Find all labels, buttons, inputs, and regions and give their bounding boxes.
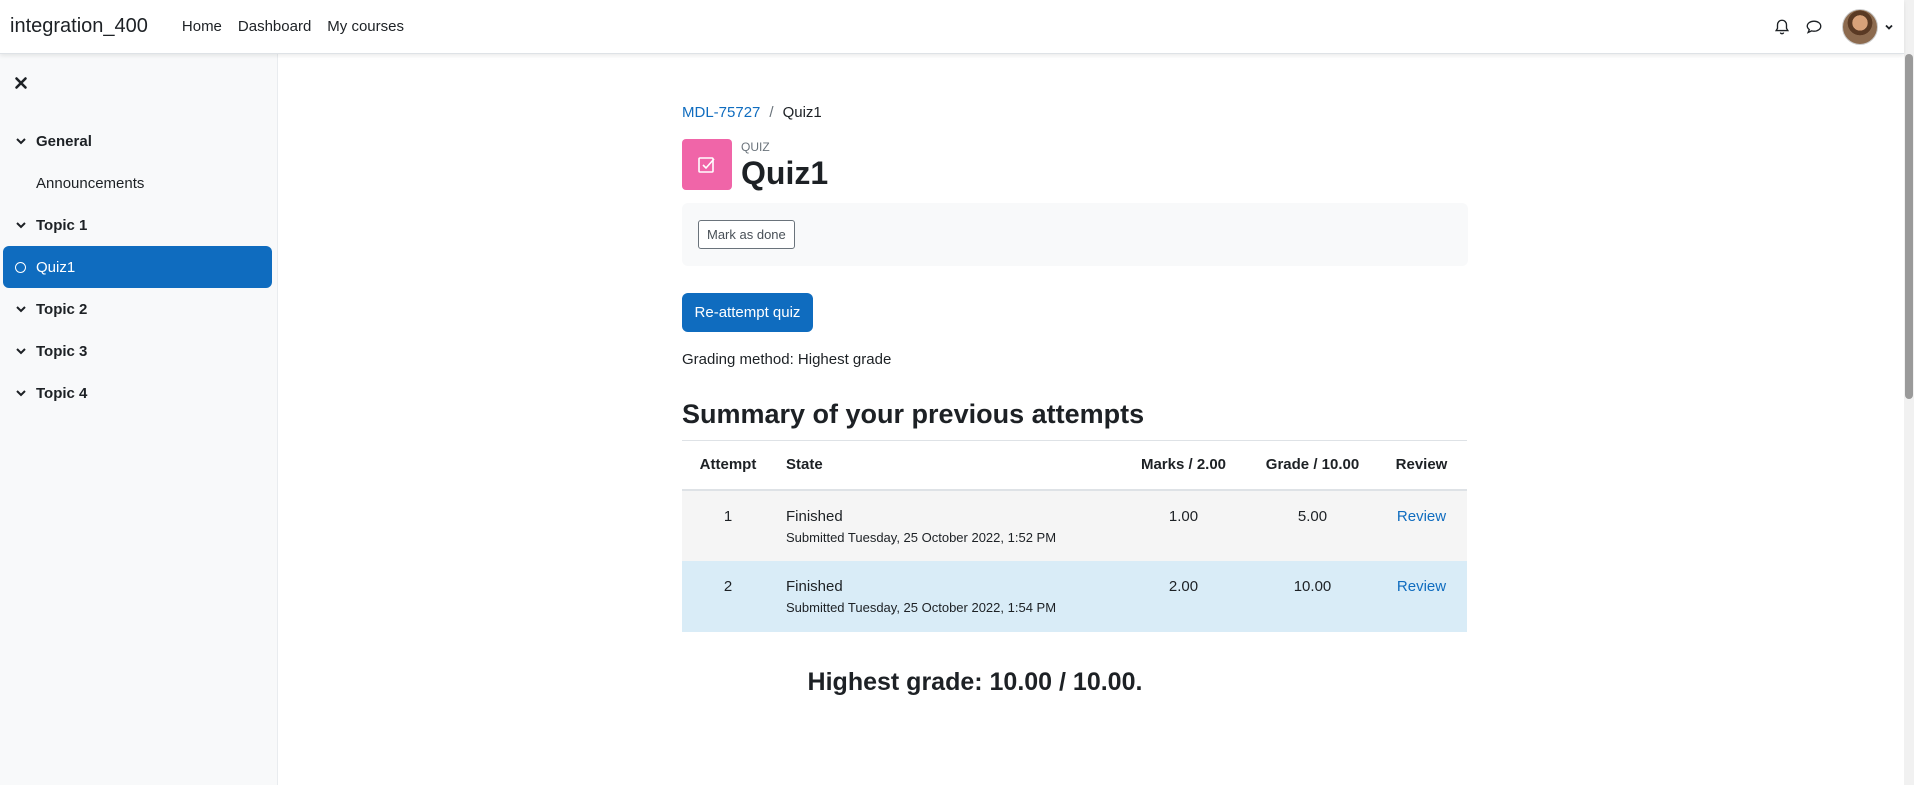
course-index-drawer: General Announcements Topic 1 Quiz1 Topi… [0,54,278,785]
page-scrollbar[interactable] [1904,0,1914,785]
attempt-grade: 5.00 [1297,507,1328,525]
header-state: State [786,456,823,474]
header-marks: Marks / 2.00 [1140,456,1227,474]
table-header-row: Attempt State Marks / 2.00 Grade / 10.00… [682,440,1467,490]
bell-icon[interactable] [1766,0,1798,54]
header-review: Review [1395,456,1448,474]
user-navigation [1766,0,1894,54]
page-title: Quiz1 [741,155,829,191]
chevron-down-icon[interactable] [15,135,27,147]
nav-my-courses[interactable]: My courses [319,18,412,35]
state-text: Finished [786,507,843,525]
chevron-down-icon[interactable] [15,219,27,231]
scrollbar-thumb[interactable] [1905,54,1913,399]
nav-dashboard[interactable]: Dashboard [230,18,319,35]
main-content: MDL-75727 / Quiz1 QUIZ Quiz1 Mark as don… [682,100,1468,697]
attempt-number: 1 [723,507,733,525]
attempt-number: 2 [723,577,733,595]
review-cell: Review [1376,490,1467,561]
review-cell: Review [1376,561,1467,632]
attempt-state: Finished Submitted Tuesday, 25 October 2… [774,490,1118,561]
section-topic-4[interactable]: Topic 4 [3,372,272,414]
completion-circle-icon [15,262,26,273]
grading-method: Grading method: Highest grade [682,351,892,368]
nav-home[interactable]: Home [174,18,230,35]
title-block: QUIZ Quiz1 [741,139,828,191]
course-index: General Announcements Topic 1 Quiz1 Topi… [0,120,278,414]
attempt-state: Finished Submitted Tuesday, 25 October 2… [774,561,1118,632]
primary-navigation: Home Dashboard My courses [174,18,412,35]
reattempt-quiz-button[interactable]: Re-attempt quiz [682,293,813,332]
activity-announcements[interactable]: Announcements [3,162,272,204]
breadcrumb: MDL-75727 / Quiz1 [682,100,1468,124]
attempt-marks: 1.00 [1168,507,1199,525]
chevron-down-icon[interactable] [15,387,27,399]
attempt-marks: 2.00 [1168,577,1199,595]
review-link[interactable]: Review [1397,508,1446,525]
activity-completion-box: Mark as done [682,203,1468,266]
breadcrumb-course-link[interactable]: MDL-75727 [682,104,760,121]
breadcrumb-separator: / [769,103,774,121]
close-icon[interactable] [14,76,28,90]
section-label: Topic 4 [36,384,88,402]
top-navbar: integration_400 Home Dashboard My course… [0,0,1904,54]
section-general[interactable]: General [3,120,272,162]
breadcrumb-current: Quiz1 [782,103,822,121]
highest-grade-summary: Highest grade: 10.00 / 10.00. [807,667,1143,696]
page-header: QUIZ Quiz1 [682,139,1468,191]
chevron-down-icon[interactable] [15,345,27,357]
summary-heading: Summary of your previous attempts [682,399,1145,429]
section-topic-3[interactable]: Topic 3 [3,330,272,372]
user-avatar[interactable] [1842,9,1878,45]
chevron-down-icon[interactable] [1884,22,1894,32]
table-row: 2 Finished Submitted Tuesday, 25 October… [682,560,1467,632]
activity-type-label: QUIZ [741,140,770,154]
section-topic-1[interactable]: Topic 1 [3,204,272,246]
submitted-text: Submitted Tuesday, 25 October 2022, 1:54… [786,599,1057,615]
mark-as-done-button[interactable]: Mark as done [698,220,795,249]
header-grade: Grade / 10.00 [1265,456,1360,474]
submitted-text: Submitted Tuesday, 25 October 2022, 1:52… [786,529,1057,545]
header-attempt: Attempt [699,456,757,474]
attempt-grade: 10.00 [1293,577,1332,595]
table-row: 1 Finished Submitted Tuesday, 25 October… [682,489,1467,561]
activity-label: Announcements [36,174,145,192]
section-label: Topic 2 [36,300,88,318]
section-label: Topic 1 [36,216,88,234]
review-link[interactable]: Review [1397,578,1446,595]
chevron-down-icon[interactable] [15,303,27,315]
state-text: Finished [786,577,843,595]
activity-quiz1[interactable]: Quiz1 [3,246,272,288]
activity-label: Quiz1 [36,258,76,276]
site-name[interactable]: integration_400 [10,15,148,38]
quiz-icon [682,139,732,190]
section-label: General [36,132,92,150]
attempts-table: Attempt State Marks / 2.00 Grade / 10.00… [682,440,1467,632]
section-label: Topic 3 [36,342,88,360]
section-topic-2[interactable]: Topic 2 [3,288,272,330]
chat-icon[interactable] [1798,0,1830,54]
